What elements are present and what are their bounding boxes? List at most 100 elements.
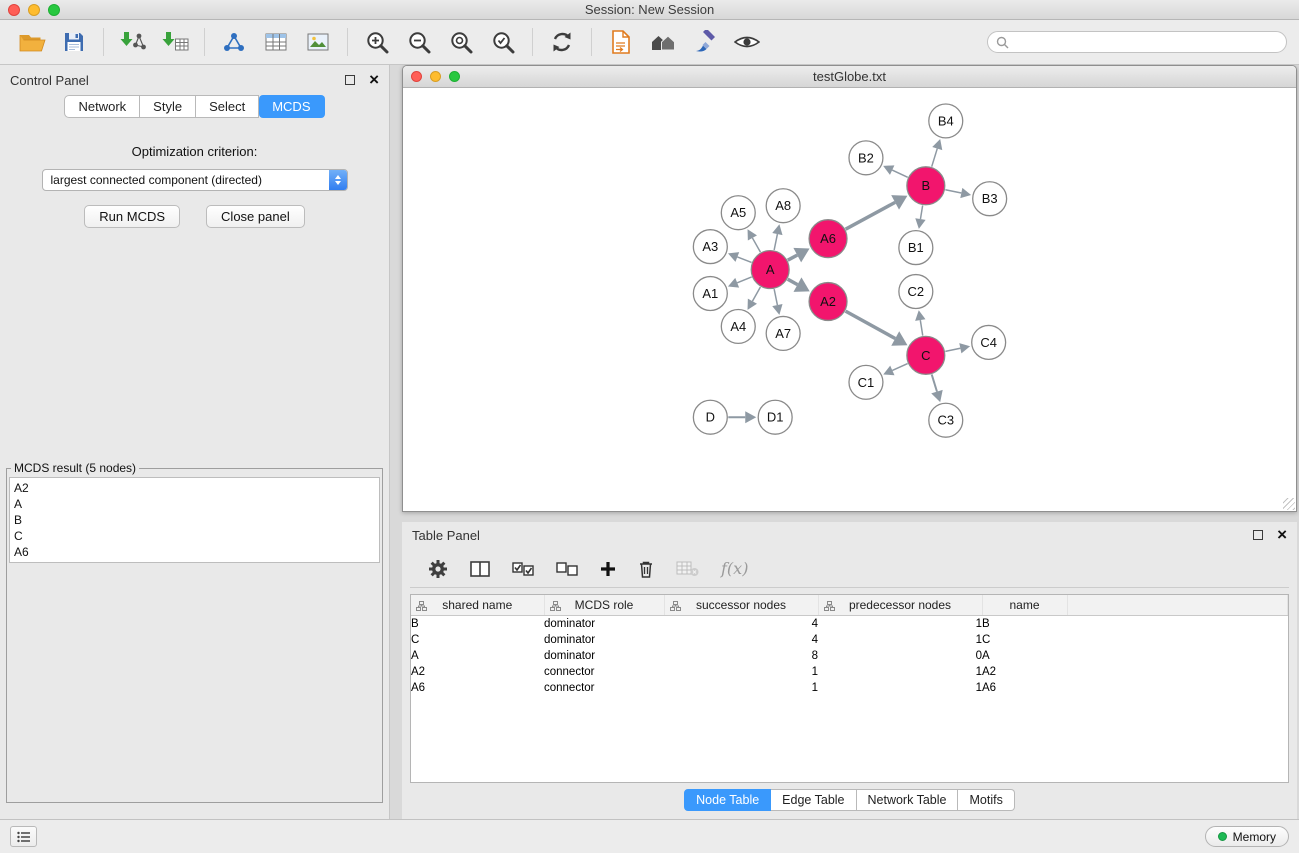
table-cell[interactable]: 1 [818, 615, 982, 632]
table-cell[interactable]: 4 [664, 632, 818, 648]
column-header-mcds-role[interactable]: MCDS role [544, 595, 664, 615]
graph-edge-C-C1[interactable] [892, 364, 907, 371]
tab-mcds[interactable]: MCDS [259, 95, 324, 118]
refresh-view-button[interactable] [542, 25, 582, 59]
table-row[interactable]: Cdominator41C [411, 632, 1288, 648]
table-cell[interactable]: A2 [982, 664, 1067, 680]
minimize-window-icon[interactable] [28, 4, 40, 16]
deselect-all-rows-button[interactable] [556, 562, 578, 576]
network-close-icon[interactable] [411, 71, 422, 82]
network-minimize-icon[interactable] [430, 71, 441, 82]
function-builder-button[interactable]: f(x) [721, 559, 748, 578]
table-cell[interactable]: B [411, 615, 544, 632]
table-cell[interactable]: A6 [411, 680, 544, 696]
tab-motifs[interactable]: Motifs [958, 789, 1014, 811]
table-row[interactable]: A6connector11A6 [411, 680, 1288, 696]
tab-node-table[interactable]: Node Table [684, 789, 771, 811]
graph-edge-A-A7[interactable] [774, 289, 777, 305]
toolbar-search[interactable] [987, 31, 1287, 53]
table-cell[interactable]: dominator [544, 632, 664, 648]
result-item[interactable]: A2 [14, 480, 375, 496]
zoom-fit-button[interactable] [441, 25, 481, 59]
table-cell[interactable]: 1 [664, 664, 818, 680]
table-cell[interactable]: 4 [664, 615, 818, 632]
column-header-name[interactable]: name [982, 595, 1067, 615]
save-session-button[interactable] [54, 25, 94, 59]
table-cell[interactable]: connector [544, 664, 664, 680]
memory-button[interactable]: Memory [1205, 826, 1289, 847]
graph-edge-A-A2[interactable] [788, 279, 798, 284]
column-header-predecessor-nodes[interactable]: predecessor nodes [818, 595, 982, 615]
tab-network-table[interactable]: Network Table [857, 789, 959, 811]
table-cell[interactable]: A6 [982, 680, 1067, 696]
table-cell[interactable]: A [982, 648, 1067, 664]
graph-edge-A-A3[interactable] [737, 257, 751, 262]
resize-handle[interactable] [1283, 498, 1295, 510]
zoom-in-button[interactable] [357, 25, 397, 59]
result-item[interactable]: B [14, 512, 375, 528]
table-cell[interactable]: 0 [818, 648, 982, 664]
graph-edge-B-B4[interactable] [932, 149, 938, 167]
delete-column-button[interactable] [638, 560, 654, 578]
close-panel-button[interactable]: Close panel [206, 205, 305, 228]
graph-edge-A-A1[interactable] [737, 277, 751, 283]
table-cell[interactable]: dominator [544, 648, 664, 664]
table-float-panel-icon[interactable] [1253, 530, 1263, 540]
column-header-successor-nodes[interactable]: successor nodes [664, 595, 818, 615]
table-cell[interactable]: B [982, 615, 1067, 632]
show-graphics-button[interactable] [727, 25, 767, 59]
table-row[interactable]: Adominator80A [411, 648, 1288, 664]
table-cell[interactable]: connector [544, 680, 664, 696]
zoom-out-button[interactable] [399, 25, 439, 59]
network-zoom-icon[interactable] [449, 71, 460, 82]
zoom-selected-button[interactable] [483, 25, 523, 59]
document-button[interactable] [601, 25, 641, 59]
graph-edge-A-A5[interactable] [752, 238, 760, 252]
zoom-window-icon[interactable] [48, 4, 60, 16]
table-cell[interactable]: C [982, 632, 1067, 648]
table-cell[interactable]: A [411, 648, 544, 664]
show-columns-button[interactable] [470, 561, 490, 577]
graph-edge-B-B2[interactable] [892, 170, 908, 177]
float-panel-icon[interactable] [345, 75, 355, 85]
open-session-button[interactable] [12, 25, 52, 59]
result-item[interactable]: A [14, 496, 375, 512]
optimization-criterion-dropdown[interactable]: largest connected component (directed) [42, 169, 348, 191]
tab-network[interactable]: Network [64, 95, 140, 118]
table-cell[interactable]: C [411, 632, 544, 648]
add-column-button[interactable] [600, 561, 616, 577]
tab-select[interactable]: Select [196, 95, 259, 118]
column-header-shared-name[interactable]: shared name [411, 595, 544, 615]
result-item[interactable]: A6 [14, 544, 375, 560]
table-row[interactable]: Bdominator41B [411, 615, 1288, 632]
graph-edge-A2-C[interactable] [846, 311, 896, 338]
graph-edge-C-C4[interactable] [945, 348, 960, 351]
table-cell[interactable]: 1 [818, 664, 982, 680]
graph-edge-A-A4[interactable] [752, 287, 760, 301]
close-window-icon[interactable] [8, 4, 20, 16]
new-table-button[interactable] [256, 25, 296, 59]
table-cell[interactable]: dominator [544, 615, 664, 632]
table-settings-button[interactable] [428, 559, 448, 579]
graph-edge-B-B1[interactable] [920, 205, 922, 219]
style-brush-button[interactable] [685, 25, 725, 59]
table-cell[interactable]: 8 [664, 648, 818, 664]
new-network-button[interactable] [214, 25, 254, 59]
network-graph[interactable]: B4B2BB3A8A5A6A3B1AC2A1A2A4A7C4CC1C3DD1 [403, 88, 1296, 511]
import-network-button[interactable] [113, 25, 153, 59]
table-row[interactable]: A2connector11A2 [411, 664, 1288, 680]
search-input[interactable] [1014, 34, 1278, 50]
close-panel-icon[interactable]: × [369, 73, 379, 87]
import-table-button[interactable] [155, 25, 195, 59]
table-cell[interactable]: 1 [818, 680, 982, 696]
table-cell[interactable]: A2 [411, 664, 544, 680]
delete-table-button[interactable] [676, 561, 699, 577]
table-cell[interactable]: 1 [664, 680, 818, 696]
graph-edge-A-A8[interactable] [774, 234, 777, 250]
result-item[interactable]: C [14, 528, 375, 544]
export-image-button[interactable] [298, 25, 338, 59]
graph-edge-C-C2[interactable] [920, 320, 922, 336]
graph-edge-A6-B[interactable] [846, 202, 896, 229]
select-all-rows-button[interactable] [512, 562, 534, 576]
graph-edge-B-B3[interactable] [945, 190, 961, 193]
